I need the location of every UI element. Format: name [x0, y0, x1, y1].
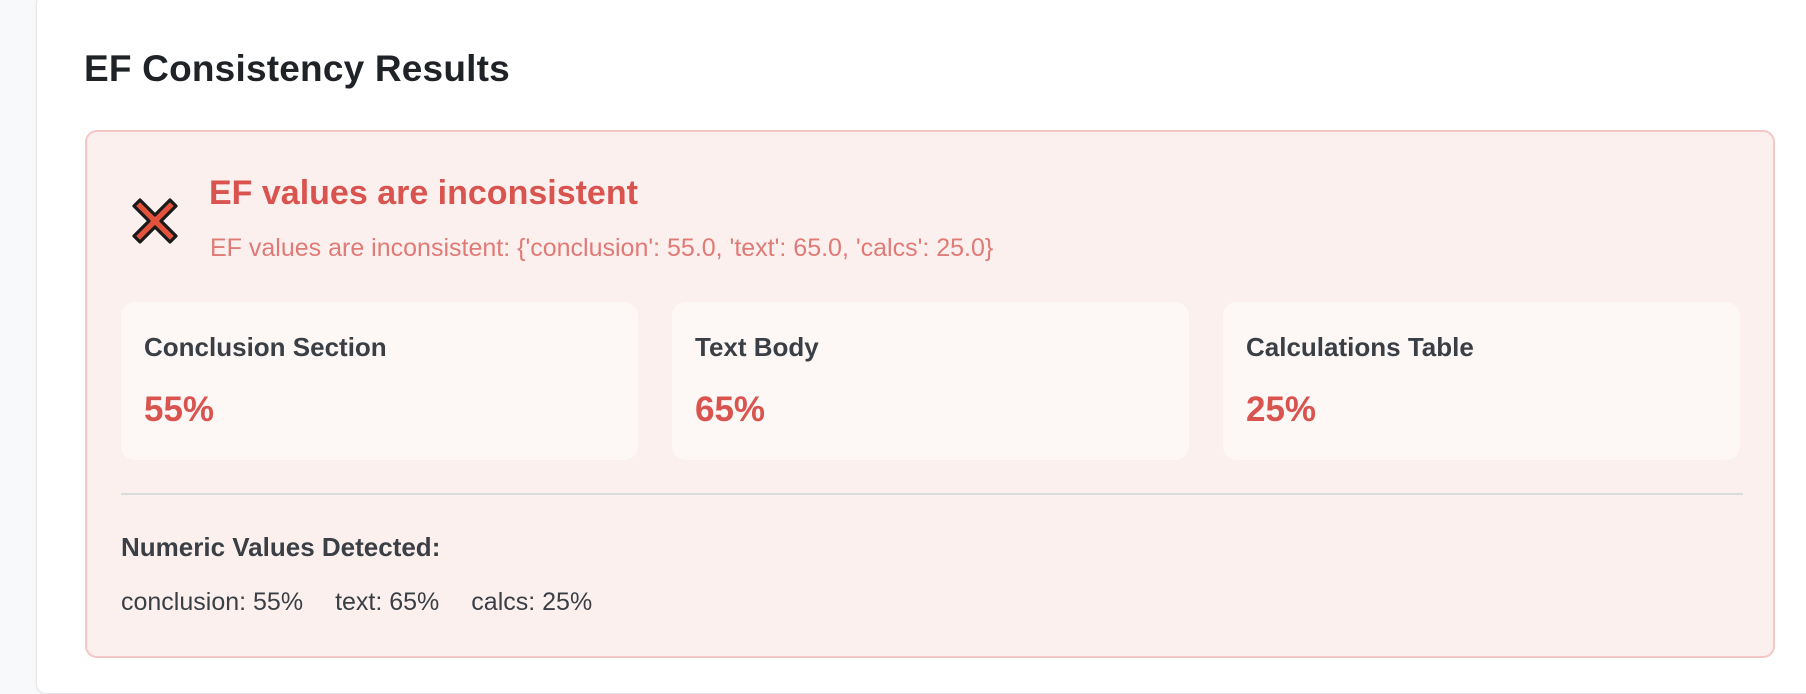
- metric-value: 65%: [695, 390, 766, 429]
- numeric-values-list: conclusion: 55% text: 65% calcs: 25%: [121, 588, 592, 617]
- divider: [121, 493, 1743, 495]
- numeric-values-heading: Numeric Values Detected:: [121, 532, 441, 562]
- numeric-value-item: conclusion: 55%: [121, 588, 304, 616]
- metric-label: Conclusion Section: [144, 332, 387, 362]
- ef-alert-box: EF values are inconsistent EF values are…: [85, 130, 1775, 658]
- alert-title: EF values are inconsistent: [209, 174, 638, 212]
- results-card-title: EF Consistency Results: [84, 48, 510, 89]
- metric-card-conclusion: Conclusion Section 55%: [121, 302, 638, 460]
- metric-value: 55%: [144, 390, 215, 429]
- numeric-value-item: text: 65%: [335, 588, 440, 616]
- metric-card-text-body: Text Body 65%: [672, 302, 1189, 460]
- metric-card-calculations: Calculations Table 25%: [1223, 302, 1740, 460]
- metric-value: 25%: [1246, 390, 1317, 429]
- alert-message: EF values are inconsistent: {'conclusion…: [210, 234, 994, 262]
- metric-label: Calculations Table: [1246, 332, 1474, 362]
- x-mark-icon: [132, 198, 178, 244]
- metric-label: Text Body: [695, 332, 819, 362]
- numeric-value-item: calcs: 25%: [471, 588, 593, 616]
